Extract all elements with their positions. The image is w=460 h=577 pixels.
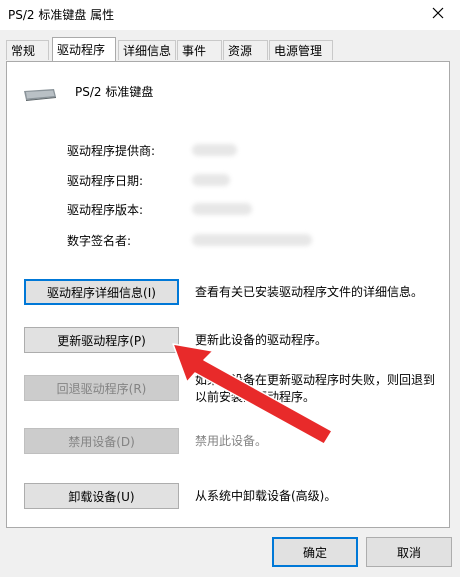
disable-device-description: 禁用此设备。 — [195, 434, 268, 448]
tab-details[interactable]: 详细信息 — [118, 40, 176, 60]
update-driver-button[interactable]: 更新驱动程序(P) — [24, 327, 179, 353]
digital-signer-value — [192, 234, 312, 246]
tab-resources[interactable]: 资源 — [223, 40, 268, 60]
tab-general[interactable]: 常规 — [6, 40, 49, 60]
uninstall-device-button[interactable]: 卸载设备(U) — [24, 483, 179, 509]
update-driver-description: 更新此设备的驱动程序。 — [195, 333, 328, 347]
tab-power-management[interactable]: 电源管理 — [269, 40, 333, 60]
roll-back-driver-description: 如果该设备在更新驱动程序时失败，则回退到以前安装的驱动程序。 — [195, 373, 436, 404]
disable-device-button[interactable]: 禁用设备(D) — [24, 428, 179, 454]
close-button[interactable] — [424, 2, 452, 26]
close-icon — [432, 7, 444, 22]
tab-events[interactable]: 事件 — [177, 40, 222, 60]
window-title: PS/2 标准键盘 属性 — [8, 8, 115, 22]
tab-driver[interactable]: 驱动程序 — [52, 37, 116, 61]
driver-date-value — [192, 174, 230, 186]
title-bar: PS/2 标准键盘 属性 — [0, 0, 460, 30]
driver-version-value — [192, 203, 252, 215]
driver-provider-label: 驱动程序提供商: — [67, 144, 156, 158]
driver-tab-panel: PS/2 标准键盘 驱动程序提供商: 驱动程序日期: 驱动程序版本: 数字签名者… — [6, 61, 450, 528]
digital-signer-label: 数字签名者: — [67, 234, 132, 248]
uninstall-device-description: 从系统中卸载设备(高级)。 — [195, 489, 337, 503]
cancel-button[interactable]: 取消 — [366, 537, 452, 567]
driver-details-button[interactable]: 驱动程序详细信息(I) — [24, 279, 179, 305]
driver-version-label: 驱动程序版本: — [67, 203, 144, 217]
device-name: PS/2 标准键盘 — [75, 85, 154, 99]
driver-details-description: 查看有关已安装驱动程序文件的详细信息。 — [195, 285, 424, 299]
keyboard-icon — [22, 89, 58, 104]
driver-date-label: 驱动程序日期: — [67, 174, 144, 188]
roll-back-driver-button[interactable]: 回退驱动程序(R) — [24, 375, 179, 401]
driver-provider-value — [192, 144, 237, 156]
ok-button[interactable]: 确定 — [272, 537, 358, 567]
